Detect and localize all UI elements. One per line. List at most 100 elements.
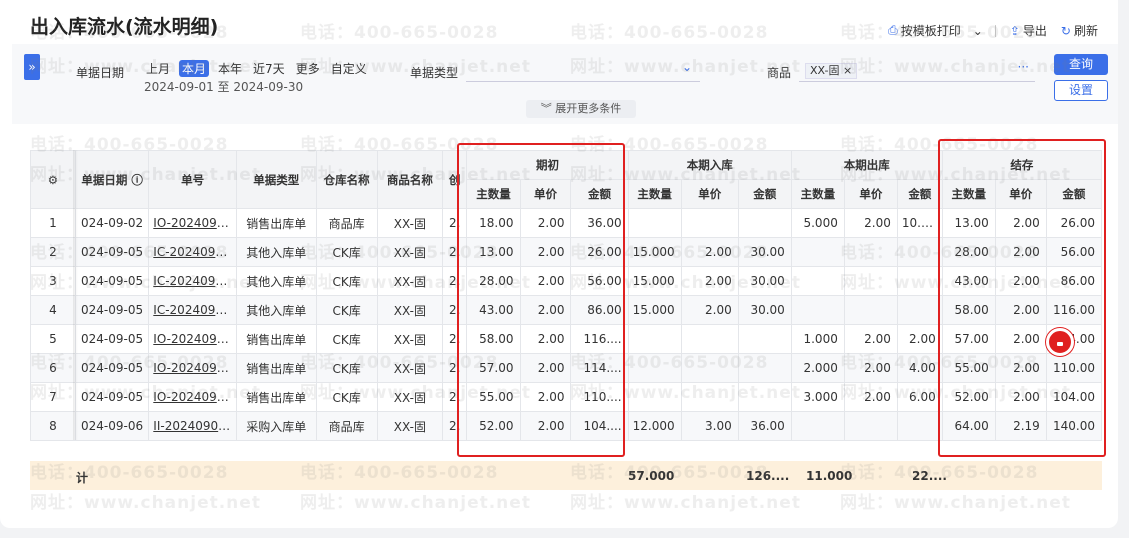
cell-docno[interactable]: IC-20240905- — [148, 266, 237, 296]
table-row[interactable]: 6 024-09-05 IO-20240905- 销售出库单 CK库 XX-固 2. 57.0… — [30, 353, 1103, 383]
period-this-year[interactable]: 本年 — [216, 60, 244, 77]
cell-date: 024-09-05 — [74, 382, 150, 412]
col-open-price[interactable]: 单价 — [519, 179, 572, 209]
cell-out-amount — [896, 295, 943, 325]
watermark: 网址：www.chanjet.net — [840, 493, 1071, 513]
row-no: 7 — [30, 382, 76, 412]
query-button[interactable]: 查询 — [1054, 54, 1108, 75]
col-bal-qty[interactable]: 主数量 — [941, 179, 996, 209]
cell-in-amount: 36.00 — [737, 411, 792, 441]
date-label: 单据日期 — [76, 66, 125, 80]
watermark: 电话：400-665-0028 — [570, 23, 769, 43]
cell-docno[interactable]: IO-20240905- — [148, 324, 237, 354]
cell-docno[interactable]: IC-20240905- — [148, 295, 237, 325]
cell-date: 024-09-05 — [74, 237, 150, 267]
cell-bal-price: 2.19 — [994, 411, 1047, 441]
table-row[interactable]: 2 024-09-05 IC-20240905- 其他入库单 CK库 XX-固 2. 13.0… — [30, 237, 1103, 267]
col-docno[interactable]: 单号 — [148, 150, 237, 209]
col-out-qty[interactable]: 主数量 — [790, 179, 845, 209]
print-template-button[interactable]: ⎙ 按模板打印 — [888, 22, 961, 39]
record-marker-icon[interactable] — [1046, 328, 1074, 356]
cell-in-qty: 15.000 — [627, 295, 682, 325]
cell-bal-price: 2.00 — [994, 295, 1047, 325]
col-in-price[interactable]: 单价 — [680, 179, 739, 209]
cell-in-price — [680, 353, 739, 383]
total-in-amount: 126.... — [746, 469, 790, 483]
cell-open-amount: 36.00 — [570, 208, 629, 238]
print-dropdown-toggle[interactable]: ⌄ — [973, 24, 983, 38]
cell-open-price: 2.00 — [519, 353, 572, 383]
divider — [994, 24, 996, 37]
period-this-month[interactable]: 本月 — [179, 60, 210, 77]
cell-open-qty: 43.00 — [466, 295, 521, 325]
cell-doctype: 其他入库单 — [236, 295, 317, 325]
table-row[interactable]: 5 024-09-05 IO-20240905- 销售出库单 CK库 XX-固 2. 58.0… — [30, 324, 1103, 354]
cell-in-amount — [737, 324, 792, 354]
col-goods[interactable]: 商品名称 — [376, 150, 444, 209]
row-no: 1 — [30, 208, 76, 238]
col-out-amount[interactable]: 金额 — [896, 179, 943, 209]
cell-out-amount: 4.00 — [896, 353, 943, 383]
cell-out-qty: 1.000 — [790, 324, 845, 354]
cell-out-qty — [790, 266, 845, 296]
col-out-price[interactable]: 单价 — [843, 179, 898, 209]
cell-out-amount: 10.00 — [896, 208, 943, 238]
cell-in-price: 3.00 — [680, 411, 739, 441]
cell-out-price — [843, 266, 898, 296]
cell-bal-qty: 57.00 — [941, 324, 996, 354]
expand-sidebar-icon[interactable]: » — [24, 54, 40, 80]
period-custom[interactable]: 自定义 — [329, 60, 369, 77]
cell-docno[interactable]: IC-20240905- — [148, 237, 237, 267]
cell-in-qty — [627, 324, 682, 354]
cell-bal-amount: 26.00 — [1045, 208, 1103, 238]
col-truncated[interactable]: 创 — [441, 150, 468, 209]
cell-bal-price: 2.00 — [994, 324, 1047, 354]
col-doctype[interactable]: 单据类型 — [236, 150, 317, 209]
cell-open-amount: 104.... — [570, 411, 629, 441]
cell-docno[interactable]: IO-20240905- — [148, 353, 237, 383]
export-icon: ⇪ — [1009, 23, 1020, 38]
col-bal-price[interactable]: 单价 — [994, 179, 1047, 209]
col-open-amount[interactable]: 金额 — [570, 179, 629, 209]
cell-open-price: 2.00 — [519, 208, 572, 238]
col-open-qty[interactable]: 主数量 — [466, 179, 521, 209]
cell-docno[interactable]: IO-20240905- — [148, 382, 237, 412]
table-row[interactable]: 1 024-09-02 IO-20240902- 销售出库单 商品库 XX-固 2. 18.0… — [30, 208, 1103, 238]
table-row[interactable]: 4 024-09-05 IC-20240905- 其他入库单 CK库 XX-固 2. 43.0… — [30, 295, 1103, 325]
col-in-amount[interactable]: 金额 — [737, 179, 792, 209]
chevron-down-icon: ⌄ — [972, 23, 983, 38]
cell-in-price — [680, 382, 739, 412]
more-options-icon[interactable]: ··· — [1018, 60, 1029, 74]
cell-out-amount — [896, 266, 943, 296]
cell-in-price: 2.00 — [680, 295, 739, 325]
cell-in-amount: 30.00 — [737, 266, 792, 296]
col-bal-amount[interactable]: 金额 — [1045, 179, 1103, 209]
expand-more-conditions-button[interactable]: ︾ 展开更多条件 — [526, 100, 636, 118]
cell-in-amount — [737, 353, 792, 383]
cell-bal-amount: 104.00 — [1045, 382, 1103, 412]
column-settings-icon[interactable]: ⚙ — [30, 150, 76, 209]
cell-docno[interactable]: II-20240906-( — [148, 411, 237, 441]
period-more[interactable]: 更多 — [294, 60, 322, 77]
table-row[interactable]: 7 024-09-05 IO-20240905- 销售出库单 CK库 XX-固 2. 55.0… — [30, 382, 1103, 412]
doc-type-select[interactable]: ⌄ — [466, 60, 700, 82]
col-warehouse[interactable]: 仓库名称 — [315, 150, 378, 209]
period-last-month[interactable]: 上月 — [144, 60, 172, 77]
table-row[interactable]: 3 024-09-05 IC-20240905- 其他入库单 CK库 XX-固 2. 28.0… — [30, 266, 1103, 296]
table-row[interactable]: 8 024-09-06 II-20240906-(采购入库单 商品库 XX-固 2. 52.… — [30, 411, 1103, 441]
refresh-button[interactable]: ↻ 刷新 — [1061, 22, 1098, 39]
goods-select[interactable]: XX-固 × ··· — [799, 60, 1035, 82]
col-in-qty[interactable]: 主数量 — [627, 179, 682, 209]
cell-open-amount: 116.... — [570, 324, 629, 354]
cell-open-price: 2.00 — [519, 295, 572, 325]
period-last-7-days[interactable]: 近7天 — [251, 60, 287, 77]
tag-close-icon[interactable]: × — [843, 64, 852, 77]
group-inbound: 本期入库 — [627, 150, 792, 180]
export-button[interactable]: ⇪ 导出 — [1010, 22, 1047, 39]
group-opening: 期初 — [466, 150, 629, 180]
total-label: 计 — [76, 471, 89, 485]
cell-docno[interactable]: IO-20240902- — [148, 208, 237, 238]
cell-in-qty — [627, 208, 682, 238]
col-date[interactable]: 单据日期 ⓘ — [74, 150, 150, 209]
settings-button[interactable]: 设置 — [1054, 80, 1108, 101]
